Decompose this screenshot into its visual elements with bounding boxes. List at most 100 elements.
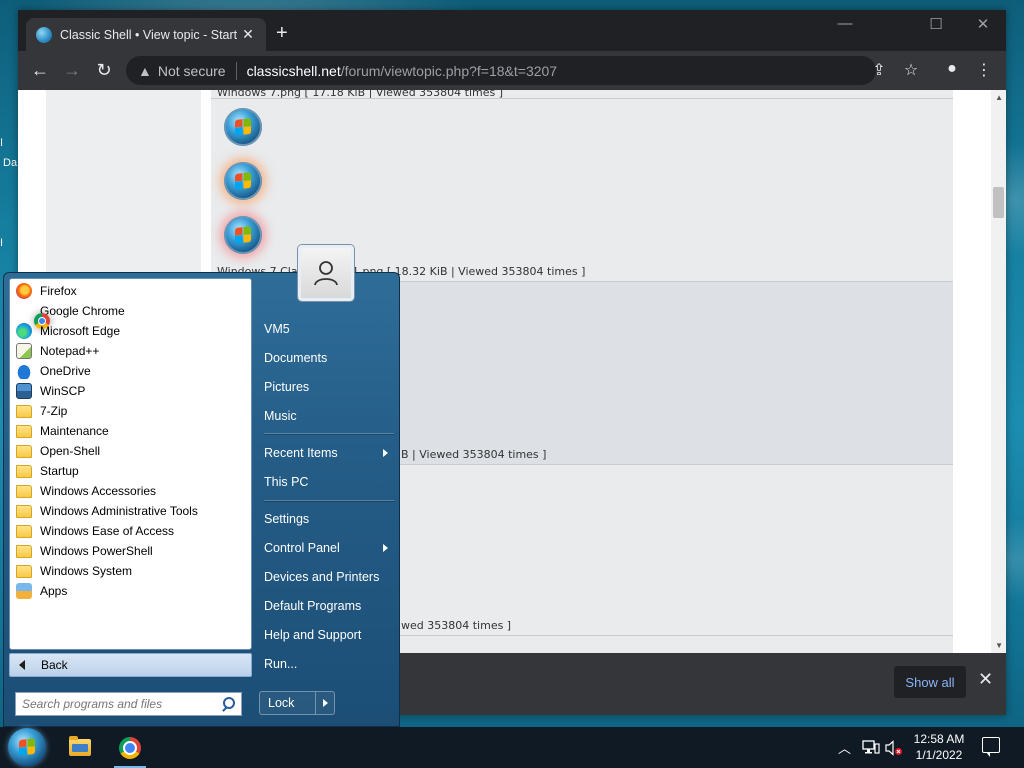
tab-classic-shell[interactable]: Classic Shell • View topic - Start I ✕ <box>26 18 266 51</box>
folder-icon <box>16 524 32 538</box>
program-item[interactable]: Windows PowerShell <box>16 541 153 561</box>
file-explorer-icon <box>69 736 91 756</box>
security-label[interactable]: Not secure <box>158 63 226 79</box>
start-menu-item[interactable]: Run... <box>264 653 394 675</box>
start-orb-image[interactable] <box>224 108 262 146</box>
program-item[interactable]: Microsoft Edge <box>16 321 120 341</box>
page-scrollbar[interactable]: ▲ ▼ <box>991 90 1006 653</box>
tab-close-icon[interactable]: ✕ <box>240 26 256 43</box>
scroll-thumb[interactable] <box>993 187 1004 218</box>
scroll-up-icon[interactable]: ▲ <box>995 93 1003 102</box>
start-menu-item[interactable]: VM5 <box>264 318 394 340</box>
forward-button[interactable]: → <box>56 55 88 87</box>
omnibox-divider <box>235 61 237 80</box>
show-all-button[interactable]: Show all <box>894 666 966 698</box>
chrome-taskbar-button[interactable] <box>108 727 152 768</box>
folder-icon <box>16 444 32 458</box>
file-explorer-taskbar-button[interactable] <box>58 727 102 768</box>
start-menu-item[interactable]: Help and Support <box>264 624 394 646</box>
start-menu-item[interactable]: Control Panel <box>264 537 394 559</box>
program-item[interactable]: Google Chrome <box>16 301 125 329</box>
lock-label[interactable]: Lock <box>260 692 316 714</box>
bookmark-star-icon[interactable]: ☆ <box>900 60 922 80</box>
submenu-arrow-icon <box>383 449 388 457</box>
url-host[interactable]: classicshell.net <box>247 63 341 79</box>
system-clock[interactable]: 12:58 AM 1/1/2022 <box>905 731 973 763</box>
start-menu-item[interactable]: Default Programs <box>264 595 394 617</box>
start-orb-image[interactable] <box>224 216 262 254</box>
program-item[interactable]: Open-Shell <box>16 441 100 461</box>
start-menu-item[interactable]: Documents <box>264 347 394 369</box>
program-item[interactable]: Windows Ease of Access <box>16 521 174 541</box>
program-label: Apps <box>40 584 68 598</box>
address-bar[interactable]: ▲ Not secure classicshell.net /forum/vie… <box>126 56 876 85</box>
chrome-icon <box>119 736 141 759</box>
start-menu-item-label: Devices and Printers <box>264 570 380 584</box>
folder-icon <box>16 424 32 438</box>
minimize-button[interactable]: — <box>830 15 860 32</box>
desktop-icon-fragment[interactable]: I <box>0 137 18 149</box>
folder-icon <box>16 464 32 478</box>
folder-icon <box>16 564 32 578</box>
program-item[interactable]: Startup <box>16 461 79 481</box>
start-menu-item-label: Settings <box>264 512 310 526</box>
taskbar: ︿ 12:58 AM 1/1/2022 <box>0 727 1024 768</box>
start-menu-item[interactable]: Devices and Printers <box>264 566 394 588</box>
start-orb-image[interactable] <box>224 162 262 200</box>
browser-menu-icon[interactable]: ⋮ <box>973 60 995 80</box>
tab-title: Classic Shell • View topic - Start I <box>60 27 240 42</box>
share-icon[interactable]: ⇪ <box>868 60 890 80</box>
edge-icon <box>16 323 32 339</box>
tab-strip: Classic Shell • View topic - Start I ✕ +… <box>18 10 1006 51</box>
reload-button[interactable]: ↻ <box>88 55 120 87</box>
program-label: Open-Shell <box>40 444 101 458</box>
back-button[interactable]: Back <box>9 653 252 677</box>
action-center-icon[interactable] <box>982 737 1000 757</box>
warning-icon[interactable]: ▲ <box>138 63 152 79</box>
program-item[interactable]: OneDrive <box>16 361 91 381</box>
program-item[interactable]: Windows Accessories <box>16 481 156 501</box>
program-label: Windows Ease of Access <box>40 524 175 538</box>
program-item[interactable]: Firefox <box>16 281 77 301</box>
program-item[interactable]: Windows System <box>16 561 132 581</box>
start-menu-item-label: Recent Items <box>264 446 338 460</box>
network-icon[interactable] <box>862 727 880 768</box>
program-label: Microsoft Edge <box>40 324 121 338</box>
program-label: Windows Administrative Tools <box>40 504 198 518</box>
program-item[interactable]: Windows Administrative Tools <box>16 501 198 521</box>
desktop-icon-fragment[interactable]: I <box>0 237 18 249</box>
maximize-button[interactable]: ☐ <box>921 15 951 33</box>
back-button[interactable]: ← <box>24 55 56 87</box>
start-menu-item[interactable]: Recent Items <box>264 442 394 464</box>
start-button[interactable] <box>8 728 46 766</box>
volume-muted-icon[interactable] <box>885 727 903 768</box>
program-item[interactable]: 7-Zip <box>16 401 67 421</box>
tray-overflow-chevron[interactable]: ︿ <box>838 727 851 768</box>
user-picture[interactable] <box>298 245 354 301</box>
new-tab-button[interactable]: + <box>276 22 288 45</box>
clock-time: 12:58 AM <box>913 732 965 746</box>
search-icon[interactable] <box>221 697 235 711</box>
url-path[interactable]: /forum/viewtopic.php?f=18&t=3207 <box>341 63 557 79</box>
program-label: Startup <box>40 464 79 478</box>
program-label: WinSCP <box>40 384 86 398</box>
scroll-down-icon[interactable]: ▼ <box>995 641 1003 650</box>
start-menu-item[interactable]: Music <box>264 405 394 427</box>
profile-icon[interactable]: ● <box>941 60 963 78</box>
program-item[interactable]: Maintenance <box>16 421 109 441</box>
program-label: Windows Accessories <box>40 484 157 498</box>
close-download-bar-icon[interactable]: ✕ <box>978 669 993 690</box>
program-item[interactable]: Apps <box>16 581 67 601</box>
search-box[interactable] <box>15 692 242 716</box>
close-window-button[interactable]: ✕ <box>968 15 998 33</box>
program-item[interactable]: WinSCP <box>16 381 85 401</box>
start-menu-item[interactable]: Settings <box>264 508 394 530</box>
shutdown-options-arrow-icon[interactable] <box>316 699 334 707</box>
apps-icon <box>16 583 32 599</box>
start-menu-item[interactable]: Pictures <box>264 376 394 398</box>
program-label: Windows PowerShell <box>40 544 153 558</box>
start-menu-item[interactable]: This PC <box>264 471 394 493</box>
program-item[interactable]: Notepad++ <box>16 341 99 361</box>
lock-button[interactable]: Lock <box>259 691 335 715</box>
search-input[interactable] <box>22 697 221 711</box>
